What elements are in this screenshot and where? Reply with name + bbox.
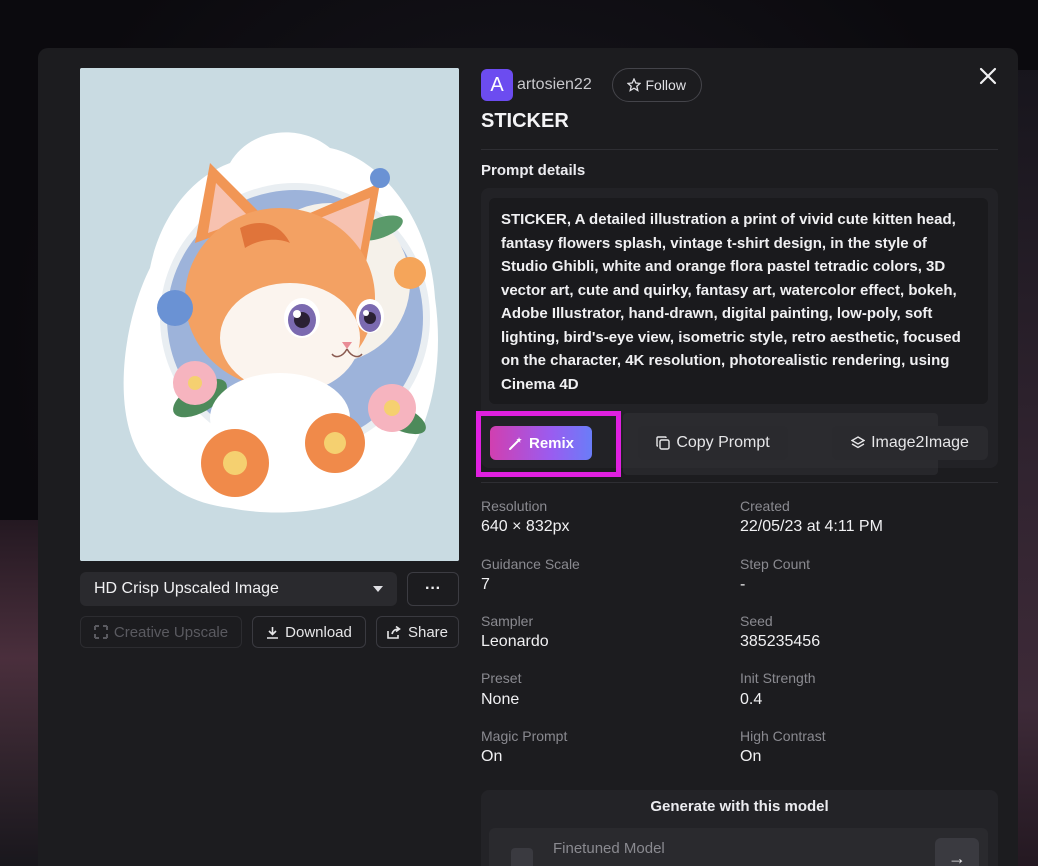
prompt-details-heading: Prompt details	[481, 162, 586, 179]
meta-label-high-contrast: High Contrast	[740, 728, 826, 744]
background-edge-left	[0, 520, 38, 866]
share-button[interactable]: Share	[376, 616, 459, 648]
meta-label-preset: Preset	[481, 670, 522, 686]
kitten-sticker-illustration	[80, 68, 459, 561]
background-edge-right	[1018, 70, 1038, 866]
author-row: A artosien22 Follow	[481, 68, 702, 102]
model-thumbnail	[511, 848, 533, 866]
divider	[481, 149, 998, 150]
layers-icon	[851, 436, 866, 449]
follow-button[interactable]: Follow	[611, 68, 702, 102]
model-open-button[interactable]: →	[935, 838, 979, 866]
creative-upscale-button[interactable]: Creative Upscale	[80, 616, 242, 648]
meta-value-magic-prompt: On	[481, 748, 503, 765]
copy-prompt-label: Copy Prompt	[676, 434, 770, 451]
copy-icon	[656, 436, 671, 450]
meta-value-high-contrast: On	[740, 748, 762, 765]
download-button[interactable]: Download	[252, 616, 366, 648]
close-button[interactable]	[976, 64, 1000, 88]
avatar[interactable]: A	[481, 69, 513, 101]
meta-label-init-strength: Init Strength	[740, 670, 816, 686]
more-icon: ···	[425, 580, 441, 597]
image2image-label: Image2Image	[871, 434, 969, 451]
arrow-right-icon: →	[948, 847, 966, 866]
generated-image[interactable]	[80, 68, 459, 561]
close-icon	[979, 67, 997, 85]
upscale-icon	[93, 625, 108, 639]
highlight-annotation	[476, 411, 621, 477]
image2image-button[interactable]: Image2Image	[832, 426, 988, 460]
meta-value-sampler: Leonardo	[481, 633, 549, 650]
share-icon	[387, 625, 401, 639]
meta-value-resolution: 640 × 832px	[481, 518, 570, 535]
meta-value-init-strength: 0.4	[740, 691, 763, 708]
meta-label-resolution: Resolution	[481, 498, 548, 514]
avatar-letter: A	[490, 73, 504, 96]
share-label: Share	[407, 623, 449, 641]
follow-label: Follow	[645, 77, 686, 93]
meta-label-seed: Seed	[740, 613, 773, 629]
model-label: Finetuned Model	[553, 840, 665, 857]
upscale-select-value: HD Crisp Upscaled Image	[94, 580, 279, 597]
creative-upscale-label: Creative Upscale	[113, 623, 229, 641]
generate-with-model-heading: Generate with this model	[650, 798, 829, 815]
meta-label-step-count: Step Count	[740, 556, 811, 572]
meta-label-guidance-scale: Guidance Scale	[481, 556, 580, 572]
more-options-button[interactable]: ···	[407, 572, 459, 606]
prompt-text: STICKER, A detailed illustration a print…	[489, 198, 988, 404]
meta-value-guidance-scale: 7	[481, 576, 490, 593]
download-label: Download	[285, 623, 352, 641]
divider	[481, 482, 998, 483]
meta-value-created: 22/05/23 at 4:11 PM	[740, 518, 883, 535]
meta-label-created: Created	[740, 498, 790, 514]
image-title: STICKER	[481, 110, 569, 132]
meta-value-preset: None	[481, 691, 520, 708]
meta-value-step-count: -	[740, 576, 746, 593]
download-icon	[267, 626, 279, 639]
caret-down-icon	[373, 586, 383, 592]
meta-label-sampler: Sampler	[481, 613, 534, 629]
image-detail-modal: HD Crisp Upscaled Image ··· Creative Ups…	[38, 48, 1018, 866]
meta-value-seed: 385235456	[740, 633, 821, 650]
author-name[interactable]: artosien22	[517, 76, 592, 94]
meta-label-magic-prompt: Magic Prompt	[481, 728, 568, 744]
copy-prompt-button[interactable]: Copy Prompt	[638, 426, 788, 460]
star-icon	[627, 78, 642, 92]
upscale-select[interactable]: HD Crisp Upscaled Image	[80, 572, 397, 606]
